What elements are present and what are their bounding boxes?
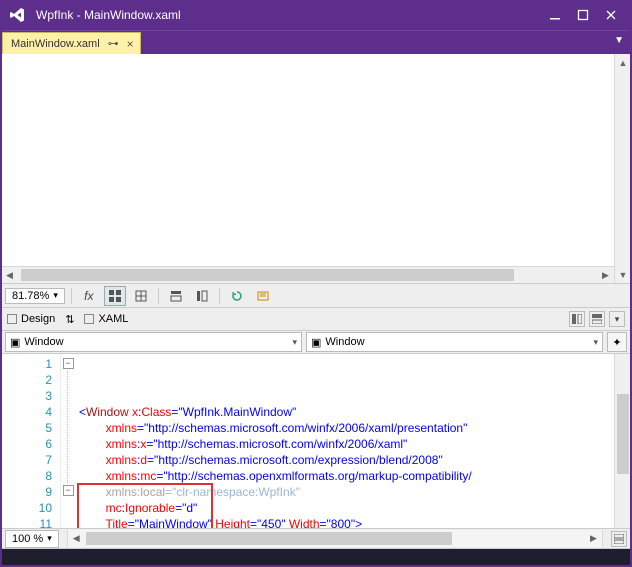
maximize-button[interactable] bbox=[576, 8, 590, 22]
layout-button-2[interactable] bbox=[191, 286, 213, 306]
fold-toggle[interactable]: − bbox=[63, 358, 74, 369]
collapse-pane-button[interactable]: ▾ bbox=[609, 311, 625, 327]
zoom-dropdown[interactable]: 81.78% ▾ bbox=[5, 288, 65, 304]
code-hscrollbar[interactable]: ◀ ▶ bbox=[67, 530, 603, 547]
fold-toggle[interactable]: − bbox=[63, 485, 74, 496]
element-name: Window bbox=[24, 336, 63, 348]
scroll-right-icon[interactable]: ▶ bbox=[585, 533, 602, 544]
element-name: Window bbox=[325, 336, 364, 348]
scroll-thumb[interactable] bbox=[86, 532, 452, 545]
designer-surface[interactable]: ▲ ▼ ◀ ▶ bbox=[0, 54, 632, 284]
highlight-annotation bbox=[77, 483, 213, 528]
split-view-button[interactable] bbox=[611, 531, 627, 547]
tabs-dropdown-icon[interactable]: ▼ bbox=[614, 35, 624, 46]
pin-icon[interactable]: ⊶ bbox=[108, 37, 119, 50]
scroll-right-icon[interactable]: ▶ bbox=[597, 267, 614, 283]
designer-vscrollbar[interactable]: ▲ ▼ bbox=[614, 54, 631, 283]
scroll-thumb[interactable] bbox=[617, 394, 629, 474]
nav-toggle-button[interactable]: ✦ bbox=[607, 332, 627, 352]
swap-panes-button[interactable]: ⇅ bbox=[65, 313, 74, 326]
designer-hscrollbar[interactable]: ◀ ▶ bbox=[1, 266, 614, 283]
scroll-left-icon[interactable]: ◀ bbox=[1, 267, 18, 283]
separator bbox=[158, 288, 159, 304]
chevron-down-icon: ▾ bbox=[292, 337, 297, 348]
chevron-down-icon: ▾ bbox=[53, 290, 58, 301]
status-bar: 100 % ▾ ◀ ▶ bbox=[0, 528, 632, 549]
title-bar: WpfInk - MainWindow.xaml bbox=[0, 0, 632, 30]
element-dropdown-left[interactable]: ▣ Window ▾ bbox=[5, 332, 302, 352]
code-editor[interactable]: 1234567891011 − − <Window x:Class="WpfIn… bbox=[0, 354, 632, 528]
separator bbox=[219, 288, 220, 304]
scroll-thumb[interactable] bbox=[21, 269, 514, 281]
document-tabs: MainWindow.xaml ⊶ × ▼ bbox=[0, 30, 632, 54]
vs-logo-icon bbox=[8, 6, 26, 24]
design-icon bbox=[7, 314, 17, 324]
zoom-value: 81.78% bbox=[12, 290, 49, 302]
code-zoom-value: 100 % bbox=[12, 533, 43, 545]
code-vscrollbar[interactable] bbox=[614, 354, 631, 528]
pane-tabs: Design ⇅ XAML ▾ bbox=[0, 308, 632, 330]
line-gutter: 1234567891011 bbox=[1, 354, 61, 528]
xaml-icon bbox=[84, 314, 94, 324]
close-tab-icon[interactable]: × bbox=[127, 37, 134, 51]
effects-button[interactable]: fx bbox=[78, 286, 100, 306]
element-nav-bar: ▣ Window ▾ ▣ Window ▾ ✦ bbox=[0, 330, 632, 354]
chevron-down-icon: ▾ bbox=[47, 533, 52, 544]
code-lines[interactable]: <Window x:Class="WpfInk.MainWindow" xmln… bbox=[75, 354, 631, 528]
tab-label: MainWindow.xaml bbox=[11, 38, 100, 50]
horizontal-split-button[interactable] bbox=[589, 311, 605, 327]
scroll-left-icon[interactable]: ◀ bbox=[68, 533, 85, 544]
vertical-split-button[interactable] bbox=[569, 311, 585, 327]
close-button[interactable] bbox=[604, 8, 618, 22]
disable-code-button[interactable] bbox=[252, 286, 274, 306]
layout-button-1[interactable] bbox=[165, 286, 187, 306]
window-icon: ▣ bbox=[311, 336, 321, 349]
design-tab[interactable]: Design bbox=[7, 313, 55, 325]
grid-snap-button[interactable] bbox=[104, 286, 126, 306]
designer-toolbar: 81.78% ▾ fx bbox=[0, 284, 632, 308]
element-dropdown-right[interactable]: ▣ Window ▾ bbox=[306, 332, 603, 352]
window-title: WpfInk - MainWindow.xaml bbox=[36, 8, 548, 22]
code-zoom-dropdown[interactable]: 100 % ▾ bbox=[5, 530, 59, 548]
window-icon: ▣ bbox=[10, 336, 20, 349]
scroll-down-icon[interactable]: ▼ bbox=[615, 266, 631, 283]
fold-gutter: − − bbox=[61, 354, 75, 528]
minimize-button[interactable] bbox=[548, 8, 562, 22]
refresh-button[interactable] bbox=[226, 286, 248, 306]
separator bbox=[71, 288, 72, 304]
tab-mainwindow-xaml[interactable]: MainWindow.xaml ⊶ × bbox=[2, 32, 141, 54]
xaml-tab[interactable]: XAML bbox=[84, 313, 128, 325]
snaplines-button[interactable] bbox=[130, 286, 152, 306]
chevron-down-icon: ▾ bbox=[593, 337, 598, 348]
scroll-up-icon[interactable]: ▲ bbox=[615, 54, 631, 71]
